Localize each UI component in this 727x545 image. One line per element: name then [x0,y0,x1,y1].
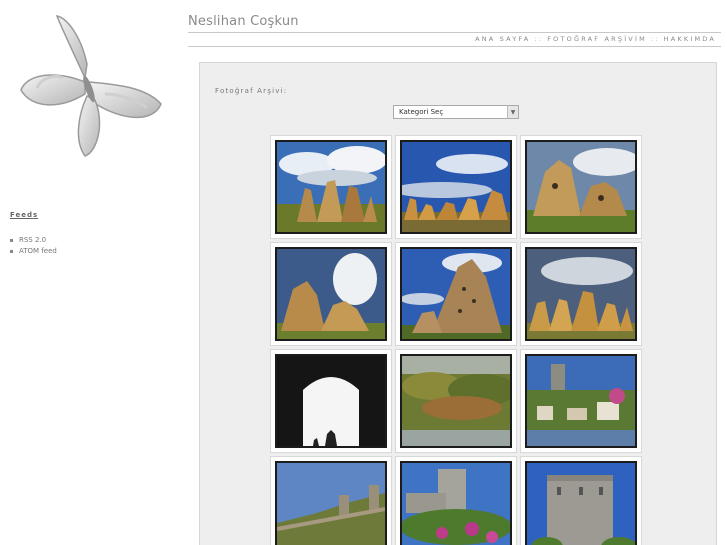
gallery-thumbnail[interactable] [270,456,392,545]
main-nav: ANA SAYFA:: FOTOĞRAF ARŞİVİM:: HAKKIMDA [475,35,716,43]
nav-item-photo-archive[interactable]: FOTOĞRAF ARŞİVİM [547,35,647,43]
category-select[interactable]: Kategori Seç ▼ [393,105,519,119]
nav-separator: :: [650,35,660,43]
photo-rumeli-tower-flowers[interactable] [400,461,512,545]
gallery-thumbnail[interactable] [395,349,517,453]
feed-item-atom[interactable]: ATOM feed [10,246,57,257]
content-panel: Fotoğraf Arşivi: Kategori Seç ▼ [199,62,717,545]
feeds-heading: Feeds [10,211,39,219]
photo-cappadocia-fairy-chimneys[interactable] [275,140,387,234]
photo-gallery [270,135,642,545]
photo-cappadocia-rock-house[interactable] [525,140,637,234]
photo-dark-archway[interactable] [275,354,387,448]
photo-cappadocia-rock-row[interactable] [400,140,512,234]
chevron-down-icon[interactable]: ▼ [507,106,518,118]
photo-bosphorus-forest-shore[interactable] [400,354,512,448]
bullet-icon [10,250,13,253]
nav-item-home[interactable]: ANA SAYFA [475,35,530,43]
butterfly-logo-icon[interactable] [15,12,167,164]
feed-item-rss[interactable]: RSS 2.0 [10,235,57,246]
gallery-thumbnail[interactable] [395,242,517,346]
photo-cappadocia-rock-cloud[interactable] [275,247,387,341]
header-divider-top [188,32,721,33]
gallery-thumbnail[interactable] [520,349,642,453]
gallery-thumbnail[interactable] [395,456,517,545]
nav-item-about[interactable]: HAKKIMDA [664,35,716,43]
gallery-thumbnail[interactable] [270,349,392,453]
gallery-thumbnail[interactable] [270,135,392,239]
site-title[interactable]: Neslihan Coşkun [188,14,299,29]
photo-uchisar-castle[interactable] [400,247,512,341]
photo-cappadocia-rock-ridge[interactable] [525,247,637,341]
gallery-thumbnail[interactable] [520,135,642,239]
nav-separator: :: [534,35,544,43]
header-divider-bottom [188,46,721,47]
archive-title: Fotoğraf Arşivi: [215,87,288,95]
gallery-thumbnail[interactable] [520,456,642,545]
gallery-thumbnail[interactable] [270,242,392,346]
gallery-thumbnail[interactable] [395,135,517,239]
page: Feeds RSS 2.0 ATOM feed Neslihan Coşkun … [0,0,727,545]
photo-rumeli-round-tower[interactable] [525,461,637,545]
feeds-list: RSS 2.0 ATOM feed [10,235,57,257]
category-select-value: Kategori Seç [399,108,444,116]
photo-fortress-walls-hillside[interactable] [275,461,387,545]
gallery-thumbnail[interactable] [520,242,642,346]
bullet-icon [10,239,13,242]
photo-bosphorus-village-tower[interactable] [525,354,637,448]
